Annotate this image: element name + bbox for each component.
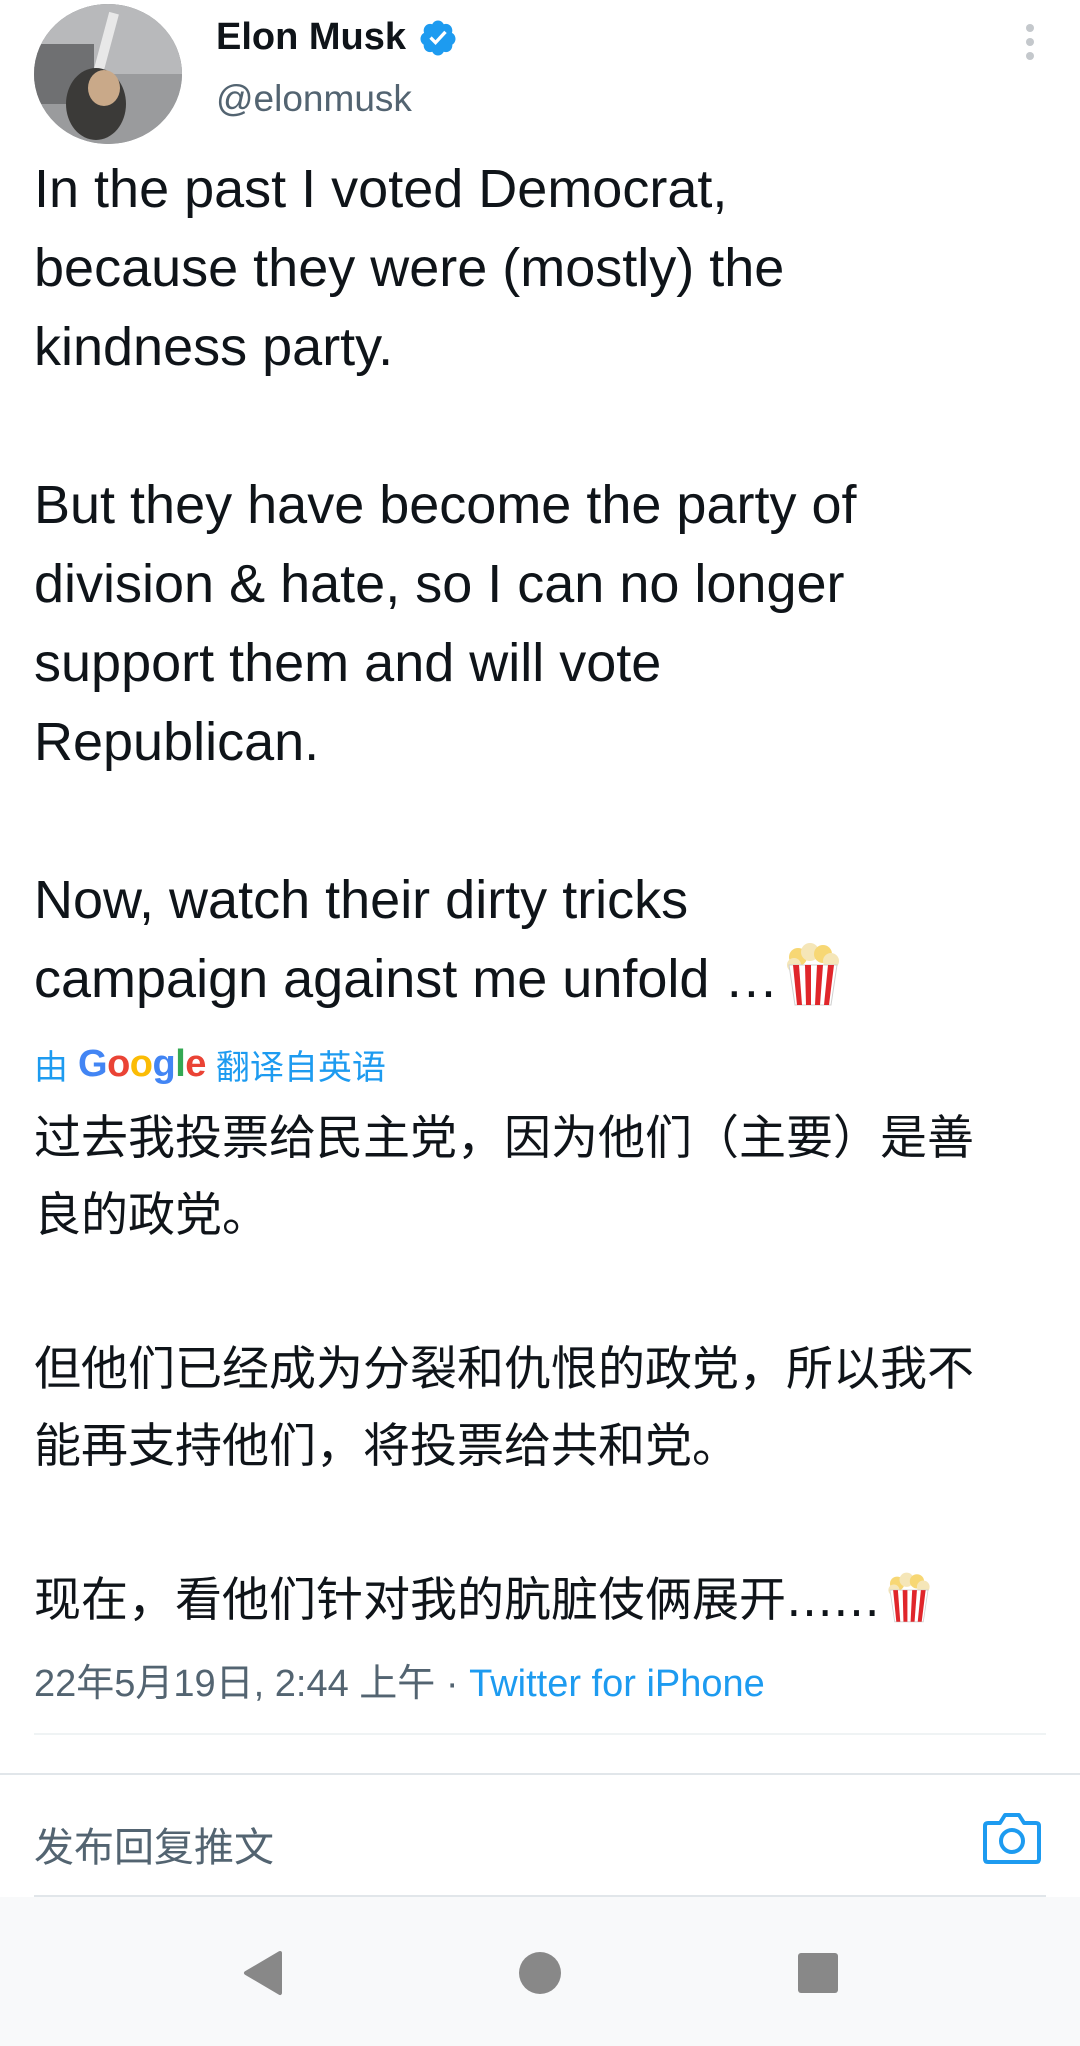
tweet-text-content: In the past I voted Democrat, because th… bbox=[34, 159, 857, 1009]
translation-attribution[interactable]: 由 Google 翻译自英语 bbox=[34, 1040, 386, 1089]
tweet-source[interactable]: Twitter for iPhone bbox=[469, 1663, 765, 1705]
tweet-timestamp[interactable]: 22年5月19日, 2:44 上午 bbox=[34, 1663, 435, 1705]
meta-separator: · bbox=[435, 1663, 470, 1705]
author-handle[interactable]: @elonmusk bbox=[216, 78, 412, 120]
reply-input[interactable]: 发布回复推文 bbox=[34, 1815, 274, 1873]
translation-suffix: 翻译自英语 bbox=[215, 1049, 386, 1087]
nav-back-icon[interactable] bbox=[240, 1949, 288, 1997]
reply-composer[interactable]: 发布回复推文 bbox=[0, 1775, 1080, 1895]
divider bbox=[34, 1733, 1046, 1735]
avatar-photo bbox=[34, 4, 182, 144]
author-avatar[interactable] bbox=[34, 4, 182, 144]
nav-home-icon[interactable] bbox=[516, 1949, 564, 1997]
author-name-row[interactable]: Elon Musk bbox=[216, 16, 458, 59]
translated-text: 过去我投票给民主党，因为他们（主要）是善 良的政党。 但他们已经成为分裂和仇恨的… bbox=[34, 1100, 1054, 1639]
tweet-text: In the past I voted Democrat, because th… bbox=[34, 150, 1054, 1019]
verified-badge-icon bbox=[420, 20, 456, 55]
tweet-metadata: 22年5月19日, 2:44 上午 · Twitter for iPhone bbox=[34, 1652, 765, 1707]
nav-recent-icon[interactable] bbox=[794, 1949, 842, 1997]
translation-prefix: 由 bbox=[34, 1049, 68, 1087]
popcorn-emoji bbox=[787, 943, 840, 1006]
popcorn-emoji bbox=[888, 1572, 930, 1623]
system-navigation-bar bbox=[0, 1897, 1080, 2046]
camera-icon[interactable] bbox=[982, 1809, 1042, 1865]
google-logo: Google bbox=[78, 1043, 206, 1085]
author-name[interactable]: Elon Musk bbox=[216, 16, 406, 59]
more-vertical-icon[interactable] bbox=[1024, 20, 1036, 60]
translated-text-content: 过去我投票给民主党，因为他们（主要）是善 良的政党。 但他们已经成为分裂和仇恨的… bbox=[34, 1111, 974, 1628]
